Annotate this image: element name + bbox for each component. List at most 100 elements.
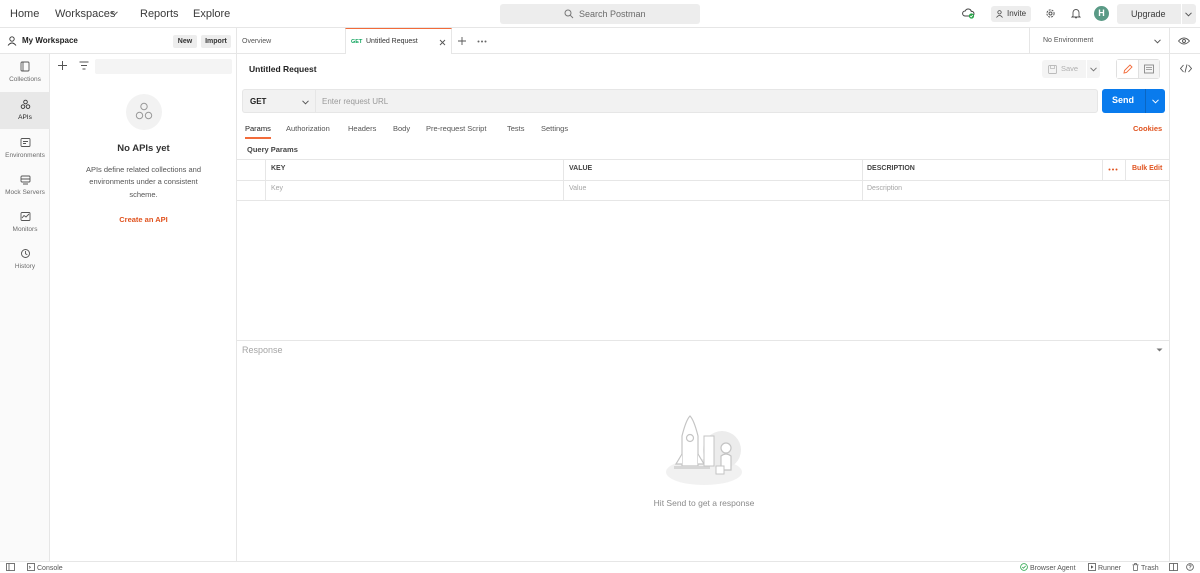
tab-untitled-request[interactable]: GET Untitled Request xyxy=(345,28,452,54)
edit-toggle[interactable] xyxy=(1117,60,1139,78)
active-tab-indicator xyxy=(245,137,271,139)
cloud-sync-icon[interactable] xyxy=(962,8,975,19)
bell-icon[interactable] xyxy=(1071,8,1081,19)
top-bar: Home Workspaces Reports Explore Search P… xyxy=(0,0,1200,28)
tab-params[interactable]: Params xyxy=(245,124,271,133)
tab-overview[interactable]: Overview xyxy=(242,38,271,45)
response-divider[interactable] xyxy=(237,340,1169,341)
cookies-link[interactable]: Cookies xyxy=(1133,124,1162,133)
upgrade-button[interactable]: Upgrade xyxy=(1117,4,1196,24)
browser-agent-label: Browser Agent xyxy=(1030,565,1076,572)
nav-explore[interactable]: Explore xyxy=(193,0,230,28)
value-input[interactable]: Value xyxy=(569,185,586,192)
column-header-description: DESCRIPTION xyxy=(867,165,915,172)
runner-button[interactable]: Runner xyxy=(1088,563,1121,573)
apis-icon xyxy=(20,99,31,110)
settings-icon[interactable] xyxy=(1045,8,1056,19)
rail-item-collections[interactable]: Collections xyxy=(0,54,50,91)
chevron-down-icon[interactable] xyxy=(1185,12,1192,17)
trash-label: Trash xyxy=(1141,565,1159,572)
tab-body[interactable]: Body xyxy=(393,124,410,133)
create-api-link[interactable]: Create an API xyxy=(50,215,237,224)
more-options-icon[interactable] xyxy=(1108,168,1118,171)
column-header-value: VALUE xyxy=(569,165,593,172)
tab-headers[interactable]: Headers xyxy=(348,124,376,133)
apis-empty-icon xyxy=(126,94,162,130)
rail-item-apis[interactable]: APIs xyxy=(0,92,50,129)
tab-authorization[interactable]: Authorization xyxy=(286,124,330,133)
nav-home[interactable]: Home xyxy=(10,0,39,28)
pencil-icon xyxy=(1123,64,1133,74)
trash-button[interactable]: Trash xyxy=(1132,563,1159,573)
key-input[interactable]: Key xyxy=(271,185,283,192)
rail-item-history[interactable]: History xyxy=(0,241,50,278)
chevron-down-icon xyxy=(302,100,309,105)
chevron-down-icon xyxy=(1154,39,1161,44)
method-select[interactable]: GET xyxy=(242,89,315,113)
caret-down-icon[interactable] xyxy=(1156,348,1163,352)
url-input[interactable]: Enter request URL xyxy=(315,89,1098,113)
runner-label: Runner xyxy=(1098,565,1121,572)
save-button[interactable]: Save xyxy=(1042,60,1100,78)
help-icon[interactable] xyxy=(1186,563,1196,573)
check-circle-icon xyxy=(1020,563,1028,571)
console-icon xyxy=(27,563,35,571)
column-divider xyxy=(1125,159,1126,180)
new-button[interactable]: New xyxy=(173,35,197,48)
more-tabs-icon[interactable] xyxy=(477,40,487,43)
chevron-down-icon[interactable] xyxy=(111,11,118,16)
invite-button[interactable]: Invite xyxy=(991,6,1031,22)
filter-input[interactable] xyxy=(95,59,232,74)
apis-panel xyxy=(50,54,237,561)
tab-tests[interactable]: Tests xyxy=(507,124,525,133)
rail-label: Monitors xyxy=(12,226,38,233)
chevron-down-icon[interactable] xyxy=(1090,67,1097,72)
nav-reports[interactable]: Reports xyxy=(140,0,179,28)
avatar[interactable]: H xyxy=(1094,6,1109,21)
docs-toggle[interactable] xyxy=(1139,60,1159,78)
eye-icon[interactable] xyxy=(1178,37,1190,45)
document-icon xyxy=(1144,64,1154,74)
browser-agent-button[interactable]: Browser Agent xyxy=(1020,563,1076,573)
request-title[interactable]: Untitled Request xyxy=(249,64,317,74)
bulk-edit-link[interactable]: Bulk Edit xyxy=(1132,165,1162,172)
sidebar-toggle-icon[interactable] xyxy=(6,563,17,573)
collections-icon xyxy=(20,61,30,72)
workspace-name[interactable]: My Workspace xyxy=(22,36,78,45)
rail-item-environments[interactable]: Environments xyxy=(0,130,50,167)
filter-icon[interactable] xyxy=(79,61,89,70)
column-divider xyxy=(563,159,564,201)
environments-icon xyxy=(20,137,31,148)
tab-method-badge: GET xyxy=(351,39,363,45)
console-button[interactable]: Console xyxy=(27,563,63,573)
url-placeholder: Enter request URL xyxy=(322,97,389,106)
chevron-down-icon[interactable] xyxy=(1152,99,1159,104)
code-icon[interactable] xyxy=(1180,64,1192,73)
save-icon xyxy=(1048,65,1057,74)
upgrade-divider xyxy=(1181,4,1182,24)
method-value: GET xyxy=(250,97,267,106)
two-pane-icon[interactable] xyxy=(1169,563,1180,573)
rail-item-mock-servers[interactable]: Mock Servers xyxy=(0,167,50,204)
send-button[interactable]: Send xyxy=(1102,89,1165,113)
nav-workspaces[interactable]: Workspaces xyxy=(55,0,115,28)
search-input[interactable]: Search Postman xyxy=(500,4,700,24)
response-label: Response xyxy=(242,345,283,355)
workspace-header: My Workspace New Import xyxy=(0,28,237,54)
import-button[interactable]: Import xyxy=(201,35,231,48)
save-divider xyxy=(1086,60,1087,78)
environment-select[interactable]: No Environment xyxy=(1029,28,1170,54)
user-icon xyxy=(7,36,17,46)
column-divider xyxy=(862,159,863,201)
close-icon[interactable] xyxy=(439,39,446,46)
tab-settings[interactable]: Settings xyxy=(541,124,568,133)
add-user-icon xyxy=(996,10,1004,18)
column-divider xyxy=(265,159,266,201)
send-label: Send xyxy=(1112,95,1135,105)
new-tab-plus-icon[interactable] xyxy=(457,36,467,46)
description-input[interactable]: Description xyxy=(867,185,902,192)
query-params-title: Query Params xyxy=(247,145,298,154)
plus-icon[interactable] xyxy=(57,60,68,71)
rail-item-monitors[interactable]: Monitors xyxy=(0,204,50,241)
tab-pre-request-script[interactable]: Pre-request Script xyxy=(426,124,486,133)
